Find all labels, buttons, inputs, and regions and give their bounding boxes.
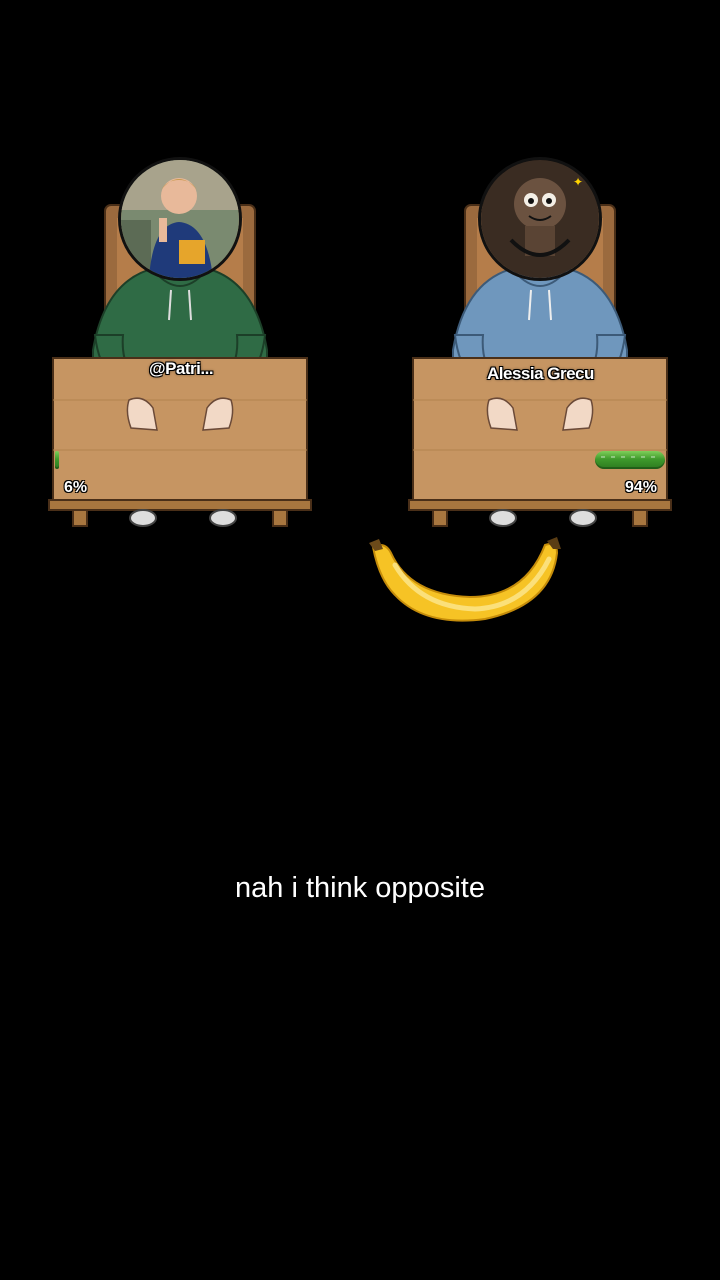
vote-bar-fill-left xyxy=(55,451,59,469)
vote-percent-right: 94% xyxy=(625,479,658,496)
player-left: @Patri... 6% xyxy=(45,150,315,540)
player-name-left: @Patri... xyxy=(149,359,214,378)
vote-bar-left xyxy=(55,451,129,469)
boy-photo-avatar-icon xyxy=(121,160,239,278)
svg-text:✦: ✦ xyxy=(573,175,583,189)
player-name-right: Alessia Grecu xyxy=(487,364,594,383)
vote-percent-left: 6% xyxy=(64,479,88,496)
caption-text: nah i think opposite xyxy=(235,872,485,904)
player-avatar-left xyxy=(118,157,242,281)
vote-bar-right xyxy=(591,451,665,469)
cartoon-avatar-icon: ✦ xyxy=(481,160,599,278)
vote-bar-fill-right xyxy=(595,451,665,469)
player-avatar-right: ✦ xyxy=(478,157,602,281)
banana-icon xyxy=(365,535,565,635)
player-right: ✦ Alessia Grecu 94% xyxy=(405,150,675,540)
